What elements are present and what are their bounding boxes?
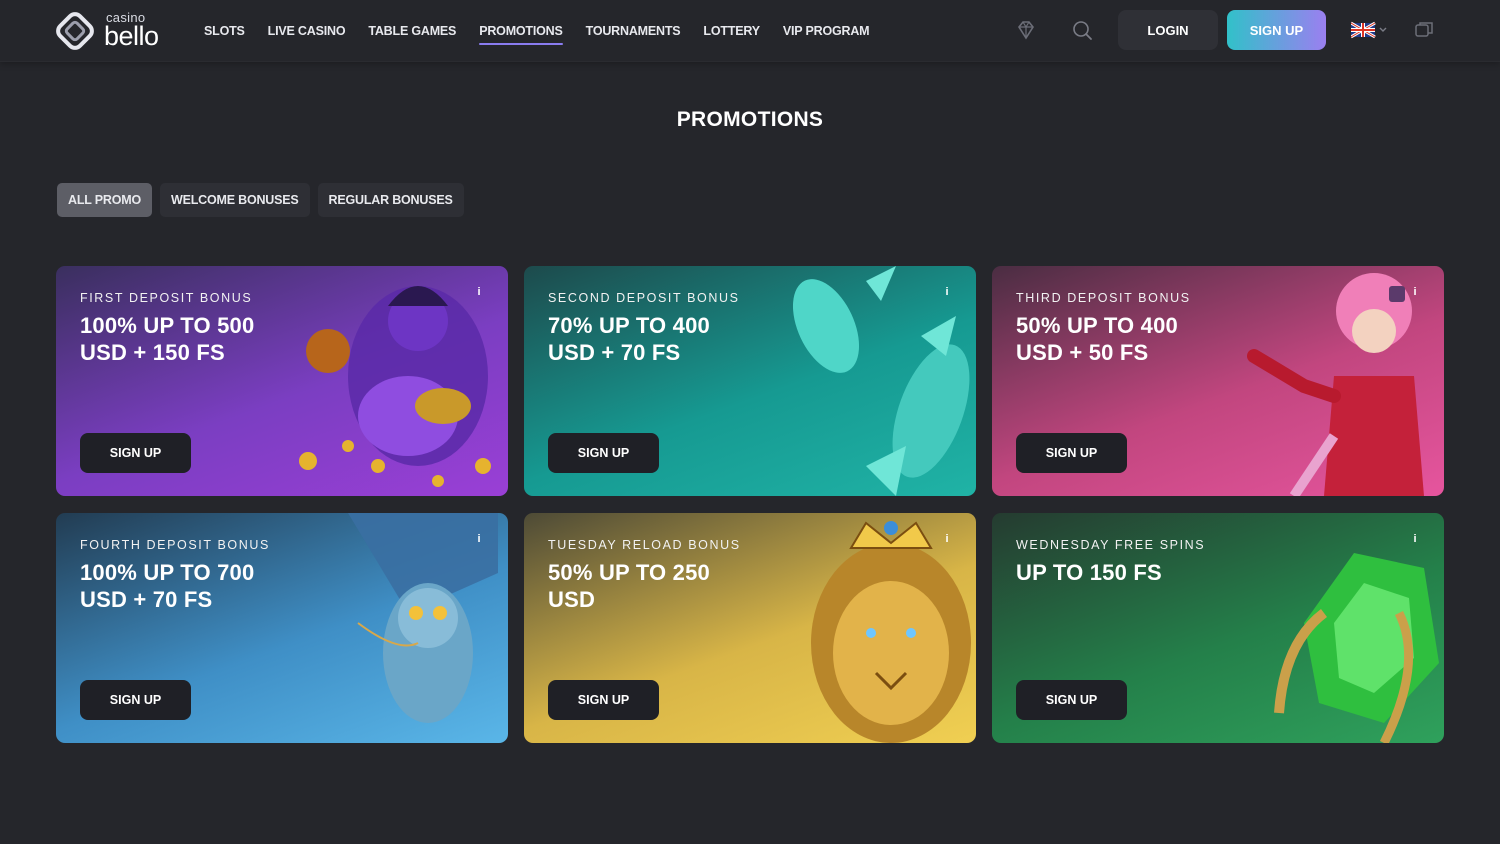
promo-card-second-deposit: i SECOND DEPOSIT BONUS 70% UP TO 400 USD… xyxy=(524,266,976,496)
promo-title: 50% UP TO 250 USD xyxy=(548,559,778,613)
promo-title: UP TO 150 FS xyxy=(1016,559,1246,586)
promo-card-tuesday-reload: i TUESDAY RELOAD BONUS 50% UP TO 250 USD… xyxy=(524,513,976,743)
filter-welcome-bonuses[interactable]: WELCOME BONUSES xyxy=(159,183,310,217)
promo-title-line1: 50% UP TO 250 xyxy=(548,560,710,585)
info-icon[interactable]: i xyxy=(472,286,486,300)
main-nav: SLOTS LIVE CASINO TABLE GAMES PROMOTIONS… xyxy=(204,0,892,62)
nav-tournaments[interactable]: TOURNAMENTS xyxy=(586,24,681,38)
logo-big-text: bello xyxy=(104,21,159,51)
promo-signup-button[interactable]: SIGN UP xyxy=(548,433,659,473)
info-icon[interactable]: i xyxy=(472,533,486,547)
top-header: casino bello SLOTS LIVE CASINO TABLE GAM… xyxy=(0,0,1500,62)
promo-title-line1: 100% UP TO 700 xyxy=(80,560,255,585)
page-title: PROMOTIONS xyxy=(676,108,824,131)
promo-title-line1: 50% UP TO 400 xyxy=(1016,313,1178,338)
promo-subtitle: FIRST DEPOSIT BONUS xyxy=(80,291,253,305)
promo-title: 70% UP TO 400 USD + 70 FS xyxy=(548,312,778,366)
promo-title-line1: 100% UP TO 500 xyxy=(80,313,255,338)
harlequin-art xyxy=(1247,273,1424,496)
promo-title: 50% UP TO 400 USD + 50 FS xyxy=(1016,312,1246,366)
info-icon[interactable]: i xyxy=(1408,533,1422,547)
search-icon[interactable] xyxy=(1071,19,1093,41)
owl-art xyxy=(348,513,498,723)
promo-title-line2: USD + 70 FS xyxy=(80,587,213,612)
promo-subtitle: THIRD DEPOSIT BONUS xyxy=(1016,291,1191,305)
promo-subtitle: TUESDAY RELOAD BONUS xyxy=(548,538,741,552)
promo-title-line2: USD + 50 FS xyxy=(1016,340,1149,365)
promo-title: 100% UP TO 500 USD + 150 FS xyxy=(80,312,310,366)
promo-card-third-deposit: i THIRD DEPOSIT BONUS 50% UP TO 400 USD … xyxy=(992,266,1444,496)
info-icon[interactable]: i xyxy=(940,286,954,300)
promo-subtitle: FOURTH DEPOSIT BONUS xyxy=(80,538,270,552)
chat-icon[interactable] xyxy=(1413,19,1435,41)
promo-card-fourth-deposit: i FOURTH DEPOSIT BONUS 100% UP TO 700 US… xyxy=(56,513,508,743)
emerald-art xyxy=(1274,553,1439,743)
promo-signup-button[interactable]: SIGN UP xyxy=(548,680,659,720)
promo-signup-button[interactable]: SIGN UP xyxy=(1016,433,1127,473)
genie-art xyxy=(299,286,491,487)
promo-subtitle: WEDNESDAY FREE SPINS xyxy=(1016,538,1206,552)
uk-flag-icon[interactable] xyxy=(1351,21,1391,39)
nav-promotions[interactable]: PROMOTIONS xyxy=(479,24,564,45)
nav-table-games[interactable]: TABLE GAMES xyxy=(368,24,456,38)
promo-title-line2: USD xyxy=(548,587,596,612)
diamond-icon[interactable] xyxy=(1015,19,1037,41)
lion-art xyxy=(811,521,971,743)
promo-signup-button[interactable]: SIGN UP xyxy=(80,680,191,720)
promo-filter-tabs: ALL PROMO WELCOME BONUSES REGULAR BONUSE… xyxy=(57,183,472,217)
nav-vip-program[interactable]: VIP PROGRAM xyxy=(783,24,870,38)
nav-live-casino[interactable]: LIVE CASINO xyxy=(268,24,346,38)
promo-signup-button[interactable]: SIGN UP xyxy=(80,433,191,473)
header-signup-button[interactable]: SIGN UP xyxy=(1227,10,1326,50)
casino-bello-logo[interactable]: casino bello xyxy=(56,10,176,52)
promo-card-first-deposit: i FIRST DEPOSIT BONUS 100% UP TO 500 USD… xyxy=(56,266,508,496)
login-button[interactable]: LOGIN xyxy=(1118,10,1218,50)
promo-title-line1: UP TO 150 FS xyxy=(1016,560,1162,585)
promo-title-line2: USD + 150 FS xyxy=(80,340,225,365)
logo-mark-icon xyxy=(56,12,94,50)
nav-slots[interactable]: SLOTS xyxy=(204,24,245,38)
promo-title: 100% UP TO 700 USD + 70 FS xyxy=(80,559,310,613)
info-icon[interactable]: i xyxy=(940,533,954,547)
nav-lottery[interactable]: LOTTERY xyxy=(703,24,760,38)
promo-subtitle: SECOND DEPOSIT BONUS xyxy=(548,291,740,305)
promo-signup-button[interactable]: SIGN UP xyxy=(1016,680,1127,720)
filter-regular-bonuses[interactable]: REGULAR BONUSES xyxy=(317,183,464,217)
filter-all-promo[interactable]: ALL PROMO xyxy=(57,183,152,217)
promo-title-line1: 70% UP TO 400 xyxy=(548,313,710,338)
promo-title-line2: USD + 70 FS xyxy=(548,340,681,365)
info-icon[interactable]: i xyxy=(1408,286,1422,300)
koi-fish-art xyxy=(792,266,970,496)
promo-card-wednesday-free-spins: i WEDNESDAY FREE SPINS UP TO 150 FS SIGN… xyxy=(992,513,1444,743)
